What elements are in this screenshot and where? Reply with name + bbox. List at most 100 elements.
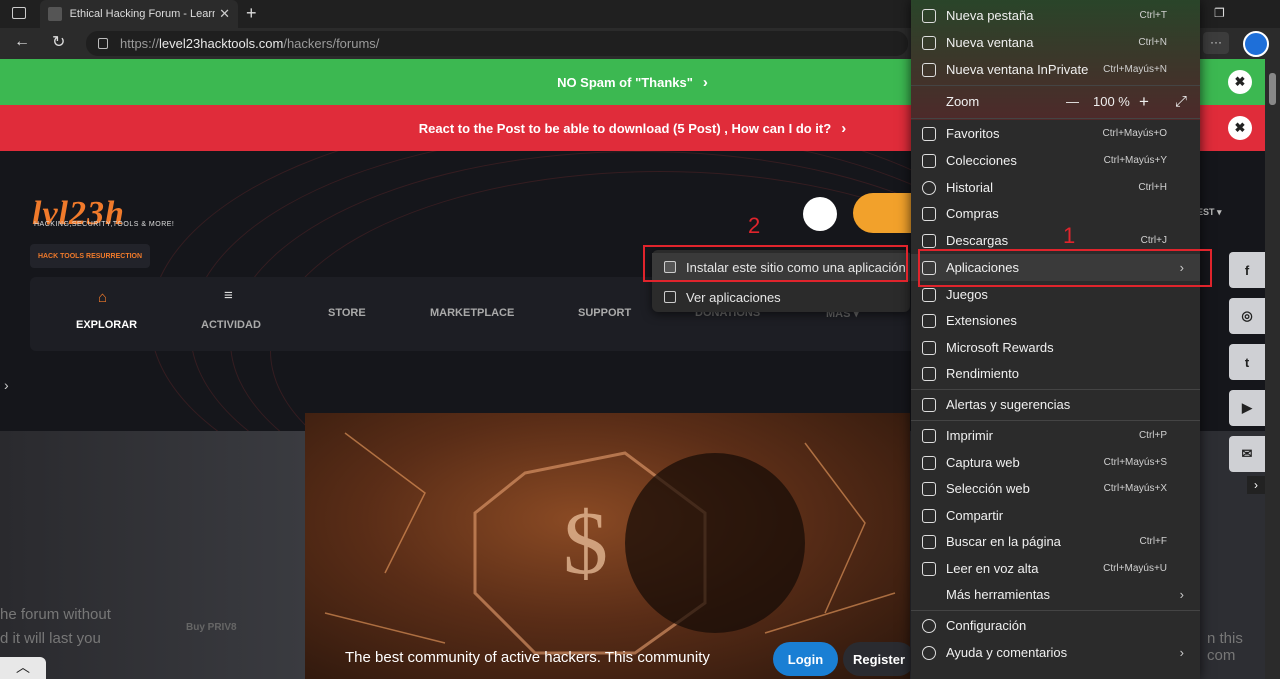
slide-text-1: he forum without bbox=[0, 606, 111, 623]
menu-item-print[interactable]: Imprimir Ctrl+P bbox=[911, 422, 1200, 449]
new-window-icon bbox=[922, 35, 936, 50]
menu-item-history[interactable]: Historial Ctrl+H bbox=[911, 174, 1200, 201]
slide-text-2: d it will last you bbox=[0, 630, 101, 647]
menu-item-settings[interactable]: Configuración bbox=[911, 612, 1200, 639]
menu-item-label: Compras bbox=[946, 206, 999, 221]
left-slide: he forum without d it will last you Buy … bbox=[0, 431, 305, 679]
menu-item-label: Zoom bbox=[946, 94, 980, 109]
nav-actividad[interactable]: ACTIVIDAD bbox=[201, 319, 261, 331]
facebook-icon[interactable]: f bbox=[1229, 252, 1265, 288]
close-green-banner-icon[interactable]: ✖ bbox=[1228, 70, 1252, 94]
fullscreen-icon[interactable]: ⤢ bbox=[1175, 93, 1187, 110]
new-tab-icon[interactable]: + bbox=[246, 3, 257, 24]
chevron-right-icon[interactable]: › bbox=[4, 377, 9, 393]
register-button[interactable]: Register bbox=[843, 642, 915, 676]
refresh-icon[interactable]: ↻ bbox=[52, 32, 65, 52]
menu-item-performance[interactable]: Rendimiento bbox=[911, 360, 1200, 387]
guest-menu[interactable]: EST ▾ bbox=[1197, 207, 1222, 218]
read-aloud-icon bbox=[922, 561, 936, 576]
hack-tools-badge[interactable]: HACK TOOLS RESURRECTION bbox=[30, 244, 150, 268]
menu-item-label: Más herramientas bbox=[946, 587, 1051, 602]
scrollbar-thumb[interactable] bbox=[1269, 73, 1276, 105]
find-in-page-icon bbox=[922, 534, 936, 549]
share-icon bbox=[922, 508, 936, 523]
url-host: level23hacktools.com bbox=[159, 36, 284, 51]
login-button[interactable]: Login bbox=[773, 642, 838, 676]
back-arrow-icon[interactable]: ← bbox=[14, 33, 30, 51]
nav-store[interactable]: STORE bbox=[328, 307, 366, 319]
green-banner-text: NO Spam of "Thanks" bbox=[557, 74, 693, 90]
close-red-banner-icon[interactable]: ✖ bbox=[1228, 116, 1252, 140]
annotation-number-1: 1 bbox=[1063, 223, 1076, 248]
games-icon bbox=[922, 287, 936, 302]
menu-item-share[interactable]: Compartir bbox=[911, 502, 1200, 529]
more-menu-button[interactable]: ··· bbox=[1203, 32, 1229, 54]
youtube-icon[interactable]: ▶ bbox=[1229, 390, 1265, 426]
menu-item-shortcut: Ctrl+Mayús+N bbox=[1103, 64, 1167, 75]
menu-item-read-aloud[interactable]: Leer en voz alta Ctrl+Mayús+U bbox=[911, 555, 1200, 582]
menu-item-label: Buscar en la página bbox=[946, 534, 1061, 549]
menu-separator bbox=[911, 118, 1200, 119]
menu-item-label: Nueva pestaña bbox=[946, 8, 1034, 23]
annotation-box-apps bbox=[918, 249, 1212, 287]
menu-item-help[interactable]: Ayuda y comentarios › bbox=[911, 639, 1200, 666]
menu-item-alerts[interactable]: Alertas y sugerencias bbox=[911, 391, 1200, 418]
menu-item-favorites[interactable]: Favoritos Ctrl+Mayús+O bbox=[911, 120, 1200, 147]
theme-paint-icon[interactable] bbox=[803, 197, 837, 231]
instagram-icon[interactable]: ◎ bbox=[1229, 298, 1265, 334]
buy-priv8-link[interactable]: Buy PRIV8 bbox=[186, 622, 237, 633]
menu-item-label: Configuración bbox=[946, 618, 1027, 633]
tab-actions-icon[interactable] bbox=[12, 7, 26, 19]
chevron-right-icon[interactable]: › bbox=[1247, 476, 1265, 494]
address-bar[interactable]: https://level23hacktools.com/hackers/for… bbox=[86, 31, 908, 56]
menu-item-collections[interactable]: Colecciones Ctrl+Mayús+Y bbox=[911, 147, 1200, 174]
zoom-in-button[interactable]: + bbox=[1139, 92, 1149, 112]
tab-title: Ethical Hacking Forum - Learn and bbox=[69, 8, 216, 20]
url-path: /hackers/forums/ bbox=[283, 36, 380, 51]
zoom-out-button[interactable]: — bbox=[1066, 94, 1079, 109]
menu-item-rewards[interactable]: Microsoft Rewards bbox=[911, 334, 1200, 361]
chevron-right-icon: › bbox=[1179, 587, 1184, 602]
site-logo-tagline: HACKING,SECURITY,TOOLS & MORE! bbox=[34, 221, 175, 228]
email-icon[interactable]: ✉ bbox=[1229, 436, 1265, 472]
svg-text:$: $ bbox=[563, 494, 608, 593]
menu-item-label: Nueva ventana InPrivate bbox=[946, 62, 1089, 77]
bing-copilot-icon[interactable] bbox=[1243, 31, 1269, 57]
twitter-icon[interactable]: t bbox=[1229, 344, 1265, 380]
tab-close-icon[interactable]: ✕ bbox=[219, 6, 230, 22]
home-icon: ⌂ bbox=[98, 289, 108, 306]
menu-item-extensions[interactable]: Extensiones bbox=[911, 307, 1200, 334]
nav-marketplace[interactable]: MARKETPLACE bbox=[430, 307, 514, 319]
menu-item-shortcut: Ctrl+N bbox=[1138, 37, 1167, 48]
menu-item-new-window[interactable]: Nueva ventana Ctrl+N bbox=[911, 29, 1200, 56]
menu-item-label: Colecciones bbox=[946, 153, 1017, 168]
menu-item-label: Historial bbox=[946, 180, 993, 195]
view-apps-item[interactable]: Ver aplicaciones bbox=[652, 283, 910, 311]
nav-explorar[interactable]: EXPLORAR bbox=[76, 319, 137, 331]
page-scrollbar[interactable] bbox=[1265, 59, 1280, 679]
new-tab-icon bbox=[922, 8, 936, 23]
menu-item-shortcut: Ctrl+F bbox=[1139, 536, 1168, 547]
restore-window-icon[interactable]: ❐ bbox=[1214, 6, 1225, 20]
annotation-box-install bbox=[643, 245, 908, 282]
hero-banner: $ The best community of active hackers. … bbox=[305, 413, 910, 679]
menu-item-new-tab[interactable]: Nueva pestaña Ctrl+T bbox=[911, 2, 1200, 29]
menu-item-shortcut: Ctrl+J bbox=[1140, 235, 1167, 246]
nav-support[interactable]: SUPPORT bbox=[578, 307, 631, 319]
menu-item-label: Captura web bbox=[946, 455, 1020, 470]
menu-item-web-select[interactable]: Selección web Ctrl+Mayús+X bbox=[911, 475, 1200, 502]
performance-heart-icon bbox=[922, 366, 936, 381]
menu-item-inprivate[interactable]: Nueva ventana InPrivate Ctrl+Mayús+N bbox=[911, 56, 1200, 83]
url-scheme: https:// bbox=[120, 36, 160, 51]
menu-item-more-tools[interactable]: Más herramientas › bbox=[911, 581, 1200, 608]
menu-item-shopping[interactable]: Compras bbox=[911, 200, 1200, 227]
menu-separator bbox=[911, 389, 1200, 390]
menu-item-label: Leer en voz alta bbox=[946, 561, 1039, 576]
menu-item-label: Ayuda y comentarios bbox=[946, 645, 1068, 660]
web-select-icon bbox=[922, 481, 936, 496]
menu-item-web-capture[interactable]: Captura web Ctrl+Mayús+S bbox=[911, 449, 1200, 476]
scroll-up-icon[interactable]: ︿ bbox=[0, 657, 46, 679]
browser-tab[interactable]: Ethical Hacking Forum - Learn and ✕ bbox=[40, 0, 238, 28]
menu-item-label: Rendimiento bbox=[946, 366, 1019, 381]
menu-item-find[interactable]: Buscar en la página Ctrl+F bbox=[911, 528, 1200, 555]
